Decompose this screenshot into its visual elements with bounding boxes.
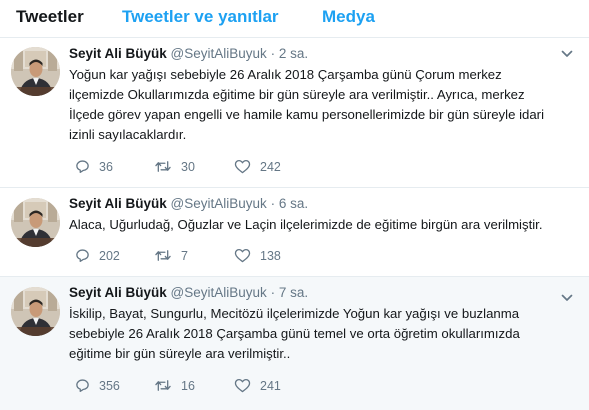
tweet-header: Seyit Ali Büyük @SeyitAliBuyuk · 6 sa. xyxy=(69,195,308,213)
heart-icon xyxy=(234,159,251,174)
retweet-button[interactable]: 30 xyxy=(154,159,195,174)
tweet-header: Seyit Ali Büyük @SeyitAliBuyuk · 7 sa. xyxy=(69,284,308,302)
avatar[interactable] xyxy=(11,287,60,336)
author-handle[interactable]: @SeyitAliBuyuk xyxy=(171,285,267,300)
chevron-down-icon[interactable] xyxy=(560,291,574,305)
like-count: 242 xyxy=(260,159,281,174)
tweet-text-line: izinli sayılacaklardır. xyxy=(69,127,187,142)
tweet-text-line: Yoğun kar yağışı sebebiyle 26 Aralık 201… xyxy=(69,67,502,82)
tweet-text-line: İskilip, Bayat, Sungurlu, Mecitözü ilçel… xyxy=(69,306,520,321)
retweet-button[interactable]: 7 xyxy=(154,248,188,263)
retweet-icon xyxy=(155,250,171,261)
reply-button[interactable]: 356 xyxy=(75,378,120,393)
reply-icon xyxy=(76,160,89,173)
reply-icon xyxy=(76,379,89,392)
avatar[interactable] xyxy=(11,47,60,96)
separator-dot: · xyxy=(270,196,276,211)
tweet-text-line: eğitime bir gün süreyle ara verilmiştir.… xyxy=(69,346,291,361)
tweet-timestamp[interactable]: 7 sa. xyxy=(279,285,308,300)
tweet-text: İskilip, Bayat, Sungurlu, Mecitözü ilçel… xyxy=(69,304,574,364)
tweet-text-line: Alaca, Uğurludağ, Oğuzlar ve Laçin ilçel… xyxy=(69,217,543,232)
retweet-icon xyxy=(155,380,171,391)
separator-dot: · xyxy=(270,285,276,300)
tweet[interactable]: Seyit Ali Büyük @SeyitAliBuyuk · 7 sa. İ… xyxy=(0,277,589,410)
author-name[interactable]: Seyit Ali Büyük xyxy=(69,285,167,300)
tab-media[interactable]: Medya xyxy=(322,7,375,27)
reply-count: 356 xyxy=(99,378,120,393)
like-button[interactable]: 242 xyxy=(234,159,281,174)
retweet-button[interactable]: 16 xyxy=(154,378,195,393)
like-button[interactable]: 241 xyxy=(234,378,281,393)
author-handle[interactable]: @SeyitAliBuyuk xyxy=(171,46,267,61)
tweet-header: Seyit Ali Büyük @SeyitAliBuyuk · 2 sa. xyxy=(69,45,308,63)
tweet-text: Alaca, Uğurludağ, Oğuzlar ve Laçin ilçel… xyxy=(69,215,574,235)
tweet-text: Yoğun kar yağışı sebebiyle 26 Aralık 201… xyxy=(69,65,574,145)
tweet-timestamp[interactable]: 2 sa. xyxy=(279,46,308,61)
separator-dot: · xyxy=(270,46,276,61)
like-count: 138 xyxy=(260,248,281,263)
reply-button[interactable]: 202 xyxy=(75,248,120,263)
avatar[interactable] xyxy=(11,198,60,247)
tab-tweets-and-replies[interactable]: Tweetler ve yanıtlar xyxy=(122,7,279,27)
chevron-down-icon[interactable] xyxy=(560,47,574,61)
reply-count: 202 xyxy=(99,248,120,263)
retweet-count: 16 xyxy=(181,378,195,393)
like-count: 241 xyxy=(260,378,281,393)
reply-count: 36 xyxy=(99,159,113,174)
heart-icon xyxy=(234,248,251,263)
author-handle[interactable]: @SeyitAliBuyuk xyxy=(171,196,267,211)
tweet-timestamp[interactable]: 6 sa. xyxy=(279,196,308,211)
profile-tabs: Tweetler Tweetler ve yanıtlar Medya xyxy=(0,0,589,38)
author-name[interactable]: Seyit Ali Büyük xyxy=(69,46,167,61)
retweet-count: 7 xyxy=(181,248,188,263)
like-button[interactable]: 138 xyxy=(234,248,281,263)
tweet[interactable]: Seyit Ali Büyük @SeyitAliBuyuk · 6 sa. A… xyxy=(0,188,589,277)
tweet-text-line: sebebiyle 26 Aralık 2018 Çarşamba günü t… xyxy=(69,326,520,341)
tab-tweets[interactable]: Tweetler xyxy=(16,7,84,27)
tweet[interactable]: Seyit Ali Büyük @SeyitAliBuyuk · 2 sa. Y… xyxy=(0,38,589,188)
tweet-text-line: ilçemizde Okullarımızda eğitime bir gün … xyxy=(69,87,525,102)
heart-icon xyxy=(234,378,251,393)
author-name[interactable]: Seyit Ali Büyük xyxy=(69,196,167,211)
retweet-count: 30 xyxy=(181,159,195,174)
reply-icon xyxy=(76,249,89,262)
reply-button[interactable]: 36 xyxy=(75,159,113,174)
retweet-icon xyxy=(155,161,171,172)
tweet-text-line: İlçede görev yapan engelli ve hamile kam… xyxy=(69,107,545,122)
